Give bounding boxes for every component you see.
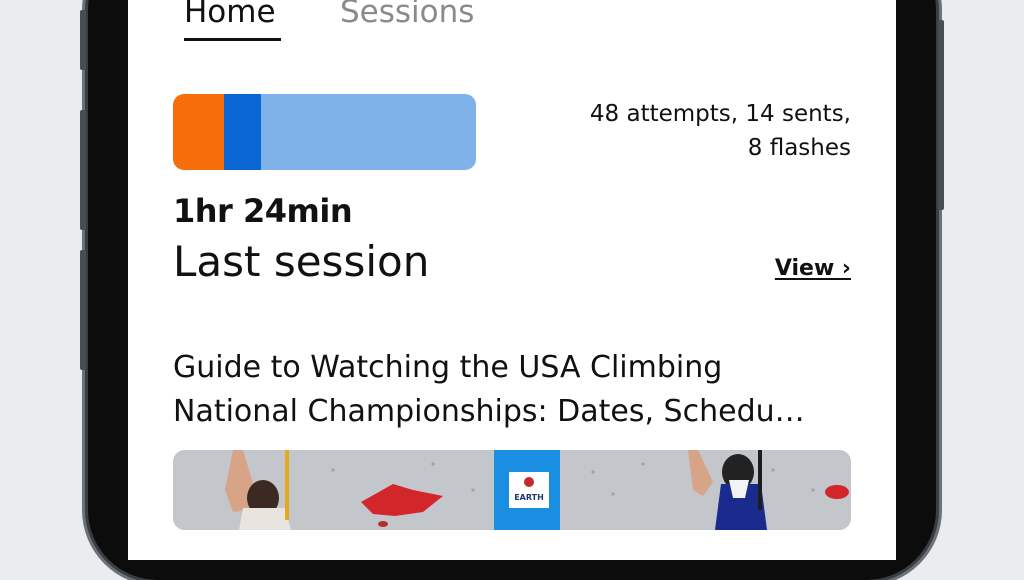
phone-volume-down-button	[80, 250, 86, 370]
bar-segment-flashes	[173, 94, 224, 170]
article-title-line1: Guide to Watching the USA Climbing	[173, 350, 723, 385]
tab-home[interactable]: Home	[184, 0, 276, 30]
image-badge-text: EARTH	[514, 493, 544, 502]
session-stats-line1: 48 attempts, 14 sents,	[589, 101, 851, 127]
article-thumbnail[interactable]: EARTH	[173, 450, 851, 530]
session-breakdown-bar	[173, 94, 476, 170]
session-stats: 48 attempts, 14 sents, 8 flashes	[511, 97, 851, 165]
phone-volume-up-button	[80, 110, 86, 230]
active-tab-indicator	[184, 38, 281, 41]
article-title[interactable]: Guide to Watching the USA Climbing Natio…	[173, 346, 863, 434]
session-stats-line2: 8 flashes	[747, 135, 851, 161]
bar-segment-attempts	[260, 94, 476, 170]
article-title-line2: National Championships: Dates, Schedu…	[173, 394, 805, 429]
climbing-wall-image: EARTH	[173, 450, 851, 530]
view-session-link[interactable]: View ›	[775, 256, 851, 281]
bar-segment-sends	[223, 94, 261, 170]
last-session-heading: Last session	[173, 237, 430, 286]
phone-silent-switch	[80, 10, 86, 70]
phone-power-button	[938, 20, 944, 210]
session-duration: 1hr 24min	[173, 192, 353, 230]
app-screen: Home Sessions 48 attempts, 14 sents, 8 f…	[128, 0, 896, 560]
tab-sessions[interactable]: Sessions	[340, 0, 474, 30]
